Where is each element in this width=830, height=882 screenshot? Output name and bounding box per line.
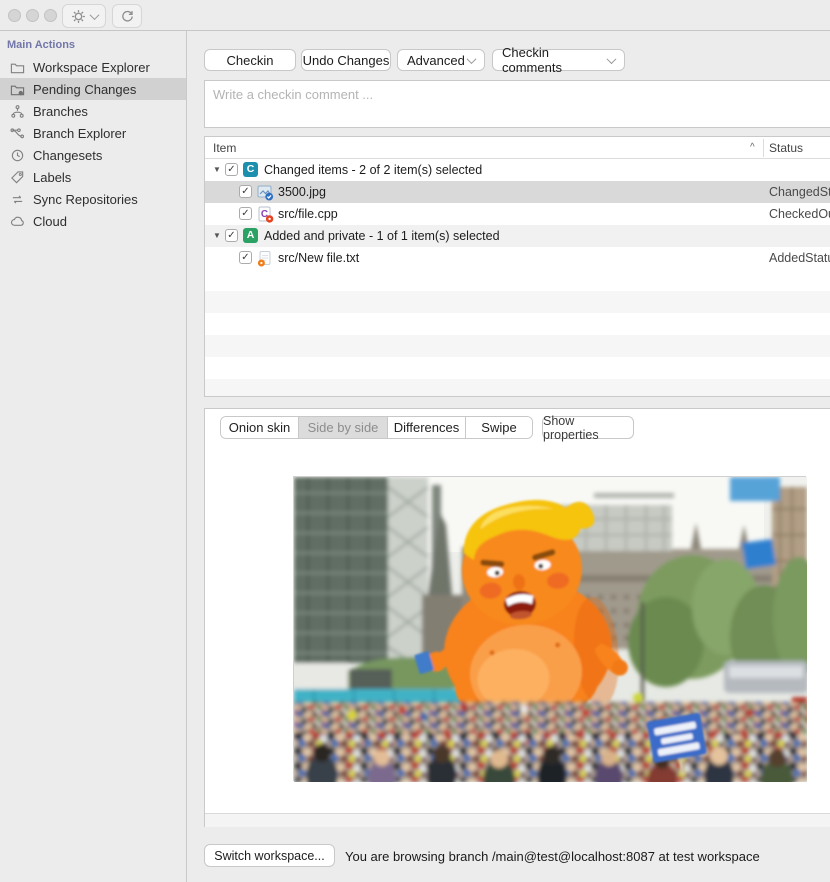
tab-swipe[interactable]: Swipe	[466, 417, 532, 438]
sidebar-item-branch-explorer[interactable]: Branch Explorer	[0, 122, 186, 144]
table-row-3500-jpg[interactable]: ✓ 3500.jpg ChangedStatus	[205, 181, 830, 203]
chevron-down-icon	[467, 54, 477, 64]
checkin-button[interactable]: Checkin	[204, 49, 296, 71]
traffic-light-minimize-icon[interactable]	[26, 9, 39, 22]
switch-workspace-button[interactable]: Switch workspace...	[204, 844, 335, 867]
refresh-button[interactable]	[112, 4, 142, 28]
folder-icon	[10, 60, 25, 75]
disclosure-triangle-icon[interactable]: ▼	[213, 231, 221, 240]
preview-footer-strip	[205, 813, 830, 827]
empty-row	[205, 379, 830, 397]
tab-differences[interactable]: Differences	[388, 417, 466, 438]
undo-changes-button[interactable]: Undo Changes	[301, 49, 391, 71]
cpp-file-icon: C	[257, 206, 274, 226]
table-row-group-changed[interactable]: ▼ ✓ C Changed items - 2 of 2 item(s) sel…	[205, 159, 830, 181]
settings-menu-button[interactable]	[62, 4, 106, 28]
table-row-file-cpp[interactable]: ✓ C src/file.cpp CheckedOut	[205, 203, 830, 225]
sidebar-item-cloud[interactable]: Cloud	[0, 210, 186, 232]
checkbox[interactable]: ✓	[239, 251, 252, 264]
new-text-file-icon	[257, 250, 274, 270]
empty-row	[205, 269, 830, 291]
table-header[interactable]: Item ^ Status	[205, 137, 830, 159]
traffic-light-close-icon[interactable]	[8, 9, 21, 22]
checkin-comments-dropdown[interactable]: Checkin comments	[492, 49, 625, 71]
sidebar-item-pending-changes[interactable]: Pending Changes	[0, 78, 186, 100]
workspace-status-message: You are browsing branch /main@test@local…	[345, 849, 760, 864]
refresh-icon	[120, 9, 135, 24]
show-properties-button[interactable]: Show properties	[542, 416, 634, 439]
tab-onion-skin[interactable]: Onion skin	[221, 417, 299, 438]
column-item[interactable]: Item	[213, 141, 236, 155]
traffic-light-zoom-icon[interactable]	[44, 9, 57, 22]
empty-row	[205, 291, 830, 313]
disclosure-triangle-icon[interactable]: ▼	[213, 165, 221, 174]
branch-explorer-icon	[10, 126, 25, 141]
empty-row	[205, 313, 830, 335]
sidebar: Main Actions Workspace Explorer Pending …	[0, 31, 187, 882]
preview-image	[293, 476, 806, 781]
sidebar-item-changesets[interactable]: Changesets	[0, 144, 186, 166]
window-toolbar	[0, 0, 830, 31]
diff-mode-segmented-control: Onion skin Side by side Differences Swip…	[220, 416, 533, 439]
empty-row	[205, 335, 830, 357]
tag-icon	[10, 170, 25, 185]
checkbox[interactable]: ✓	[225, 163, 238, 176]
checkbox[interactable]: ✓	[239, 185, 252, 198]
sidebar-item-sync-repositories[interactable]: Sync Repositories	[0, 188, 186, 210]
checkbox[interactable]: ✓	[239, 207, 252, 220]
protest-crowd	[294, 693, 807, 782]
added-badge: A	[243, 228, 258, 243]
empty-row	[205, 357, 830, 379]
pending-changes-table: Item ^ Status ▼ ✓ C Changed items - 2 of…	[204, 136, 830, 397]
checkbox[interactable]: ✓	[225, 229, 238, 242]
folder-pending-icon	[10, 82, 25, 97]
sidebar-item-branches[interactable]: Branches	[0, 100, 186, 122]
changed-badge: C	[243, 162, 258, 177]
table-row-new-file-txt[interactable]: ✓ src/New file.txt AddedStatus	[205, 247, 830, 269]
advanced-dropdown[interactable]: Advanced	[397, 49, 485, 71]
chevron-down-icon	[89, 10, 99, 20]
sidebar-item-labels[interactable]: Labels	[0, 166, 186, 188]
column-status[interactable]: Status	[769, 141, 803, 155]
branches-icon	[10, 104, 25, 119]
sidebar-header: Main Actions	[7, 39, 186, 51]
changesets-icon	[10, 148, 25, 163]
diff-preview-panel: Onion skin Side by side Differences Swip…	[204, 408, 830, 827]
sort-ascending-icon: ^	[750, 142, 755, 153]
cloud-icon	[10, 214, 25, 229]
gear-icon	[71, 9, 86, 24]
tab-side-by-side[interactable]: Side by side	[299, 417, 388, 438]
sync-arrows-icon	[10, 192, 25, 207]
checkin-comment-input[interactable]	[204, 80, 830, 128]
table-row-group-added[interactable]: ▼ ✓ A Added and private - 1 of 1 item(s)…	[205, 225, 830, 247]
image-file-icon	[257, 184, 274, 204]
sidebar-item-workspace-explorer[interactable]: Workspace Explorer	[0, 56, 186, 78]
